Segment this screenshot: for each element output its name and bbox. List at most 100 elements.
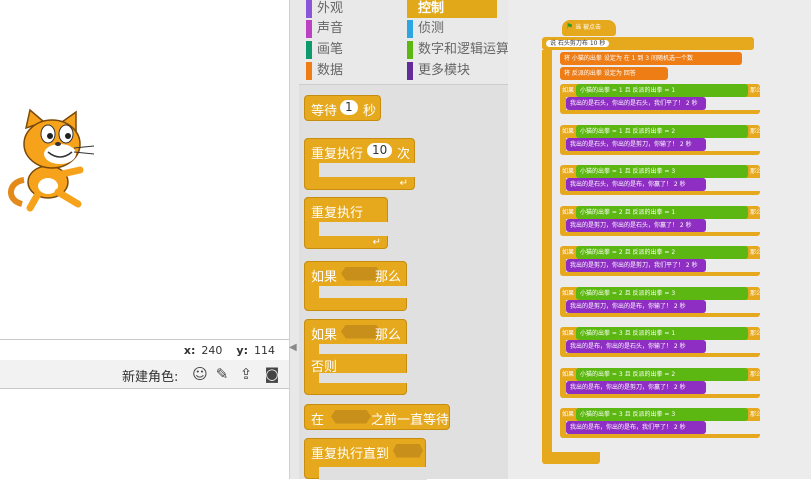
category-swatch	[306, 20, 312, 38]
say-block[interactable]: 我出的是布，你出的是剪刀，你赢了！ 2 秒	[566, 380, 706, 394]
if-label: 如果	[562, 249, 575, 256]
forever-block[interactable]: 重复执行 ↵	[304, 197, 389, 249]
y-label: y:	[236, 344, 248, 357]
say-block[interactable]: 我出的是剪刀，你出的是剪刀，我们平了！ 2 秒	[566, 259, 706, 272]
category-label: 更多模块	[418, 63, 471, 78]
block-text: 将 反派的出拳 设定为 回答	[564, 70, 636, 77]
block-mouth	[319, 286, 408, 298]
then-label: 那么	[750, 127, 760, 135]
wait-block[interactable]: 等待 1 秒	[304, 95, 381, 121]
if-block[interactable]: 如果 小猫的出拳 = 1 且 反派的出拳 = 1 那么 我出的是石头，你出的是石头，我…	[560, 84, 760, 114]
and-condition[interactable]: 小猫的出拳 = 3 且 反派的出拳 = 1	[576, 327, 748, 340]
then-label: 那么	[750, 289, 760, 297]
block-text: 重复执行	[311, 147, 364, 162]
stage[interactable]	[0, 0, 290, 339]
coordinate-readout: x: 240 y: 114	[0, 339, 289, 360]
paintbrush-icon[interactable]: ✎	[212, 364, 232, 384]
block-text: 当 被点击	[575, 24, 602, 31]
y-value: 114	[254, 344, 275, 357]
then-label: 那么	[750, 249, 760, 256]
category-label: 数字和逻辑运算	[418, 42, 510, 57]
if-label: 如果	[562, 168, 575, 175]
category-operators[interactable]: 数字和逻辑运算	[407, 41, 510, 59]
script-area[interactable]: ⚑ 当 被点击 说 石头剪刀布 10 秒 将 小猫的出拳 设定为 在 1 到 3…	[508, 0, 811, 479]
and-condition[interactable]: 小猫的出拳 = 3 且 反派的出拳 = 3	[576, 408, 748, 421]
collapse-arrow-icon[interactable]: ◀	[289, 342, 297, 353]
and-condition[interactable]: 小猫的出拳 = 2 且 反派的出拳 = 1	[576, 205, 748, 219]
repeat-block[interactable]: 重复执行 10 次 ↵	[304, 138, 416, 190]
repeat-count-input[interactable]: 10	[367, 143, 393, 158]
say-block[interactable]: 我出的是石头，你出的是布，你赢了！ 2 秒	[566, 178, 706, 191]
condition-slot[interactable]	[331, 409, 371, 424]
ask-text-input[interactable]: 说 石头剪刀布 10 秒	[546, 40, 610, 47]
scratch-cat-sprite[interactable]	[4, 108, 100, 212]
x-label: x:	[183, 344, 196, 357]
loop-bracket	[542, 50, 552, 460]
category-control[interactable]: 控制	[407, 0, 497, 18]
category-more-blocks[interactable]: 更多模块	[407, 62, 507, 80]
new-sprite-bar: 新建角色: ☺ ✎ ⇪ ◙	[0, 360, 289, 389]
set-variable-block[interactable]: 将 反派的出拳 设定为 回答	[560, 67, 668, 80]
and-condition[interactable]: 小猫的出拳 = 2 且 反派的出拳 = 3	[576, 286, 748, 300]
category-swatch	[407, 41, 413, 59]
if-block[interactable]: 如果 小猫的出拳 = 2 且 反派的出拳 = 3 那么 我出的是剪刀，你出的是布，你输…	[560, 286, 760, 317]
and-condition[interactable]: 小猫的出拳 = 1 且 反派的出拳 = 3	[576, 165, 748, 178]
category-sound[interactable]: 声音	[306, 20, 396, 38]
if-block[interactable]: 如果 小猫的出拳 = 1 且 反派的出拳 = 3 那么 我出的是石头，你出的是布，你赢…	[560, 165, 760, 195]
x-value: 240	[201, 344, 223, 357]
category-pen[interactable]: 画笔	[306, 41, 396, 59]
then-label: 那么	[750, 370, 760, 378]
category-data[interactable]: 数据	[306, 62, 396, 80]
block-text: 之前一直等待	[371, 413, 450, 428]
block-text: 如果	[311, 328, 338, 343]
if-label: 如果	[562, 411, 575, 418]
if-block[interactable]: 如果 小猫的出拳 = 3 且 反派的出拳 = 3 那么我出的是布，你出的是布，我们平…	[560, 408, 760, 438]
if-block[interactable]: 如果 小猫的出拳 = 2 且 反派的出拳 = 1 那么 我出的是剪刀，你出的是石头，你…	[560, 205, 760, 236]
wait-seconds-input[interactable]: 1	[340, 100, 358, 115]
camera-icon[interactable]: ◙	[262, 364, 282, 384]
category-label: 数据	[317, 63, 344, 78]
if-then-block[interactable]: 如果 那么	[304, 261, 408, 311]
if-block[interactable]: 如果 小猫的出拳 = 3 且 反派的出拳 = 1 那么 我出的是布，你出的是石头，你输…	[560, 327, 760, 357]
category-swatch	[306, 62, 312, 80]
if-block[interactable]: 如果 小猫的出拳 = 2 且 反派的出拳 = 2 那么我出的是剪刀，你出的是剪刀，我…	[560, 246, 760, 276]
category-looks[interactable]: 外观	[306, 0, 396, 18]
condition-slot[interactable]	[393, 443, 423, 458]
green-flag-hat-block[interactable]: ⚑ 当 被点击	[562, 20, 616, 36]
and-condition[interactable]: 小猫的出拳 = 1 且 反派的出拳 = 2	[576, 124, 748, 138]
say-block[interactable]: 我出的是布，你出的是石头，你输了！ 2 秒	[566, 340, 706, 353]
if-label: 如果	[562, 330, 575, 337]
block-text: 将 小猫的出拳 设定为 在 1 到 3 间随机选一个数	[564, 55, 693, 62]
character-icon[interactable]: ☺	[190, 364, 210, 384]
if-block[interactable]: 如果 小猫的出拳 = 1 且 反派的出拳 = 2 那么 我出的是石头，你出的是剪刀，你…	[560, 124, 760, 155]
and-condition[interactable]: 小猫的出拳 = 1 且 反派的出拳 = 1	[576, 84, 748, 97]
wait-until-block[interactable]: 在 之前一直等待	[304, 404, 450, 430]
if-else-block[interactable]: 如果 那么 否则	[304, 319, 408, 395]
then-label: 那么	[750, 208, 760, 216]
category-label: 侦测	[418, 21, 445, 36]
set-variable-block[interactable]: 将 小猫的出拳 设定为 在 1 到 3 间随机选一个数	[560, 52, 742, 65]
say-block[interactable]: 我出的是剪刀，你出的是布，你输了！ 2 秒	[566, 299, 706, 313]
category-label: 声音	[317, 21, 344, 36]
say-block[interactable]: 我出的是布，你出的是布，我们平了！ 2 秒	[566, 421, 706, 434]
upload-icon[interactable]: ⇪	[236, 364, 256, 384]
category-swatch	[306, 0, 312, 18]
say-block[interactable]: 我出的是石头，你出的是剪刀，你输了！ 2 秒	[566, 137, 706, 151]
block-mouth	[319, 222, 389, 236]
loop-arrow-icon: ↵	[399, 178, 408, 189]
block-text: 那么	[375, 328, 402, 343]
category-sensing[interactable]: 侦测	[407, 20, 507, 38]
repeat-until-block[interactable]: 重复执行直到	[304, 438, 427, 480]
and-condition[interactable]: 小猫的出拳 = 2 且 反派的出拳 = 2	[576, 246, 748, 259]
if-block[interactable]: 如果 小猫的出拳 = 3 且 反派的出拳 = 2 那么 我出的是布，你出的是剪刀，你赢…	[560, 367, 760, 398]
ask-block[interactable]: 说 石头剪刀布 10 秒	[542, 37, 754, 50]
block-text: 那么	[375, 270, 402, 285]
sprite-list[interactable]	[0, 389, 289, 479]
block-text: 次	[397, 147, 411, 162]
then-label: 那么	[750, 411, 760, 418]
loop-arrow-icon: ↵	[372, 237, 381, 248]
category-swatch	[407, 20, 413, 38]
and-condition[interactable]: 小猫的出拳 = 3 且 反派的出拳 = 2	[576, 367, 748, 381]
say-block[interactable]: 我出的是石头，你出的是石头，我们平了！ 2 秒	[566, 97, 706, 110]
say-block[interactable]: 我出的是剪刀，你出的是石头，你赢了！ 2 秒	[566, 218, 706, 232]
